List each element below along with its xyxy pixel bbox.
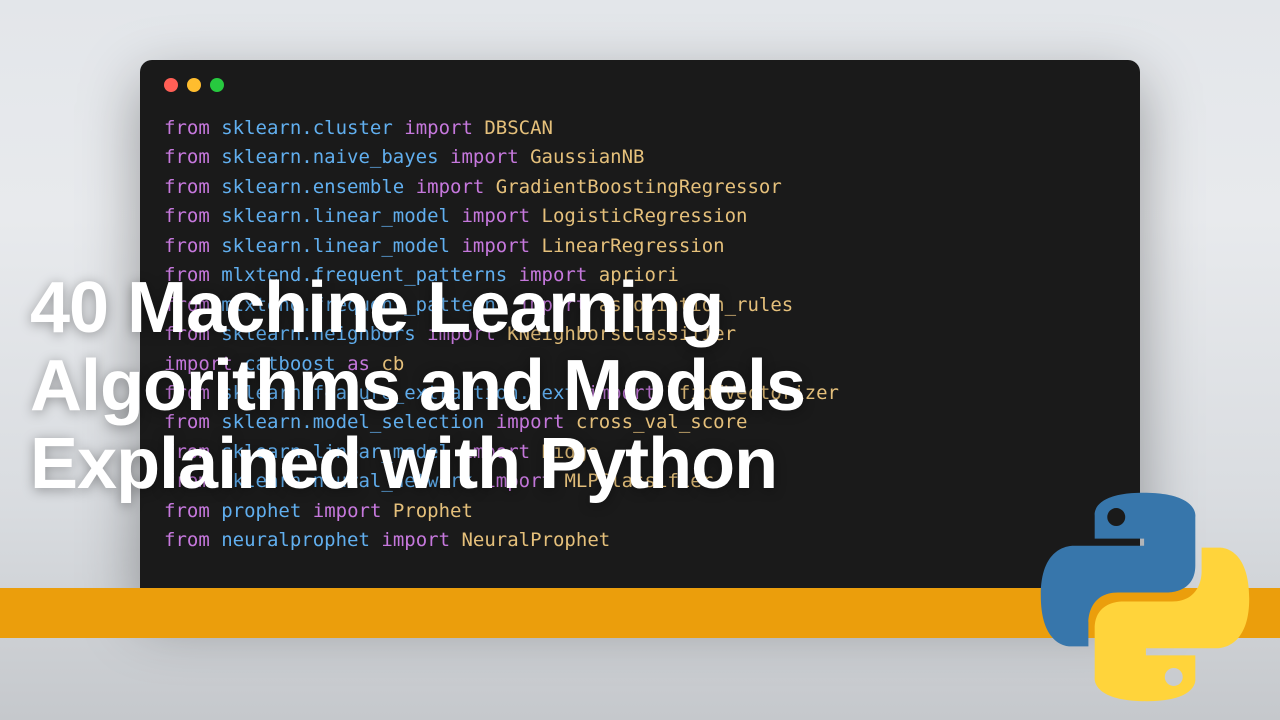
- close-icon: [164, 78, 178, 92]
- minimize-icon: [187, 78, 201, 92]
- code-line: from sklearn.linear_model import LinearR…: [164, 232, 1116, 261]
- window-controls: [164, 78, 1116, 92]
- code-line: from sklearn.naive_bayes import Gaussian…: [164, 143, 1116, 172]
- python-logo-icon: [1030, 482, 1260, 712]
- code-line: from sklearn.ensemble import GradientBoo…: [164, 173, 1116, 202]
- code-line: from neuralprophet import NeuralProphet: [164, 526, 1116, 555]
- maximize-icon: [210, 78, 224, 92]
- code-line: from sklearn.linear_model import Logisti…: [164, 202, 1116, 231]
- code-line: from sklearn.cluster import DBSCAN: [164, 114, 1116, 143]
- headline-text: 40 Machine LearningAlgorithms and Models…: [30, 270, 805, 503]
